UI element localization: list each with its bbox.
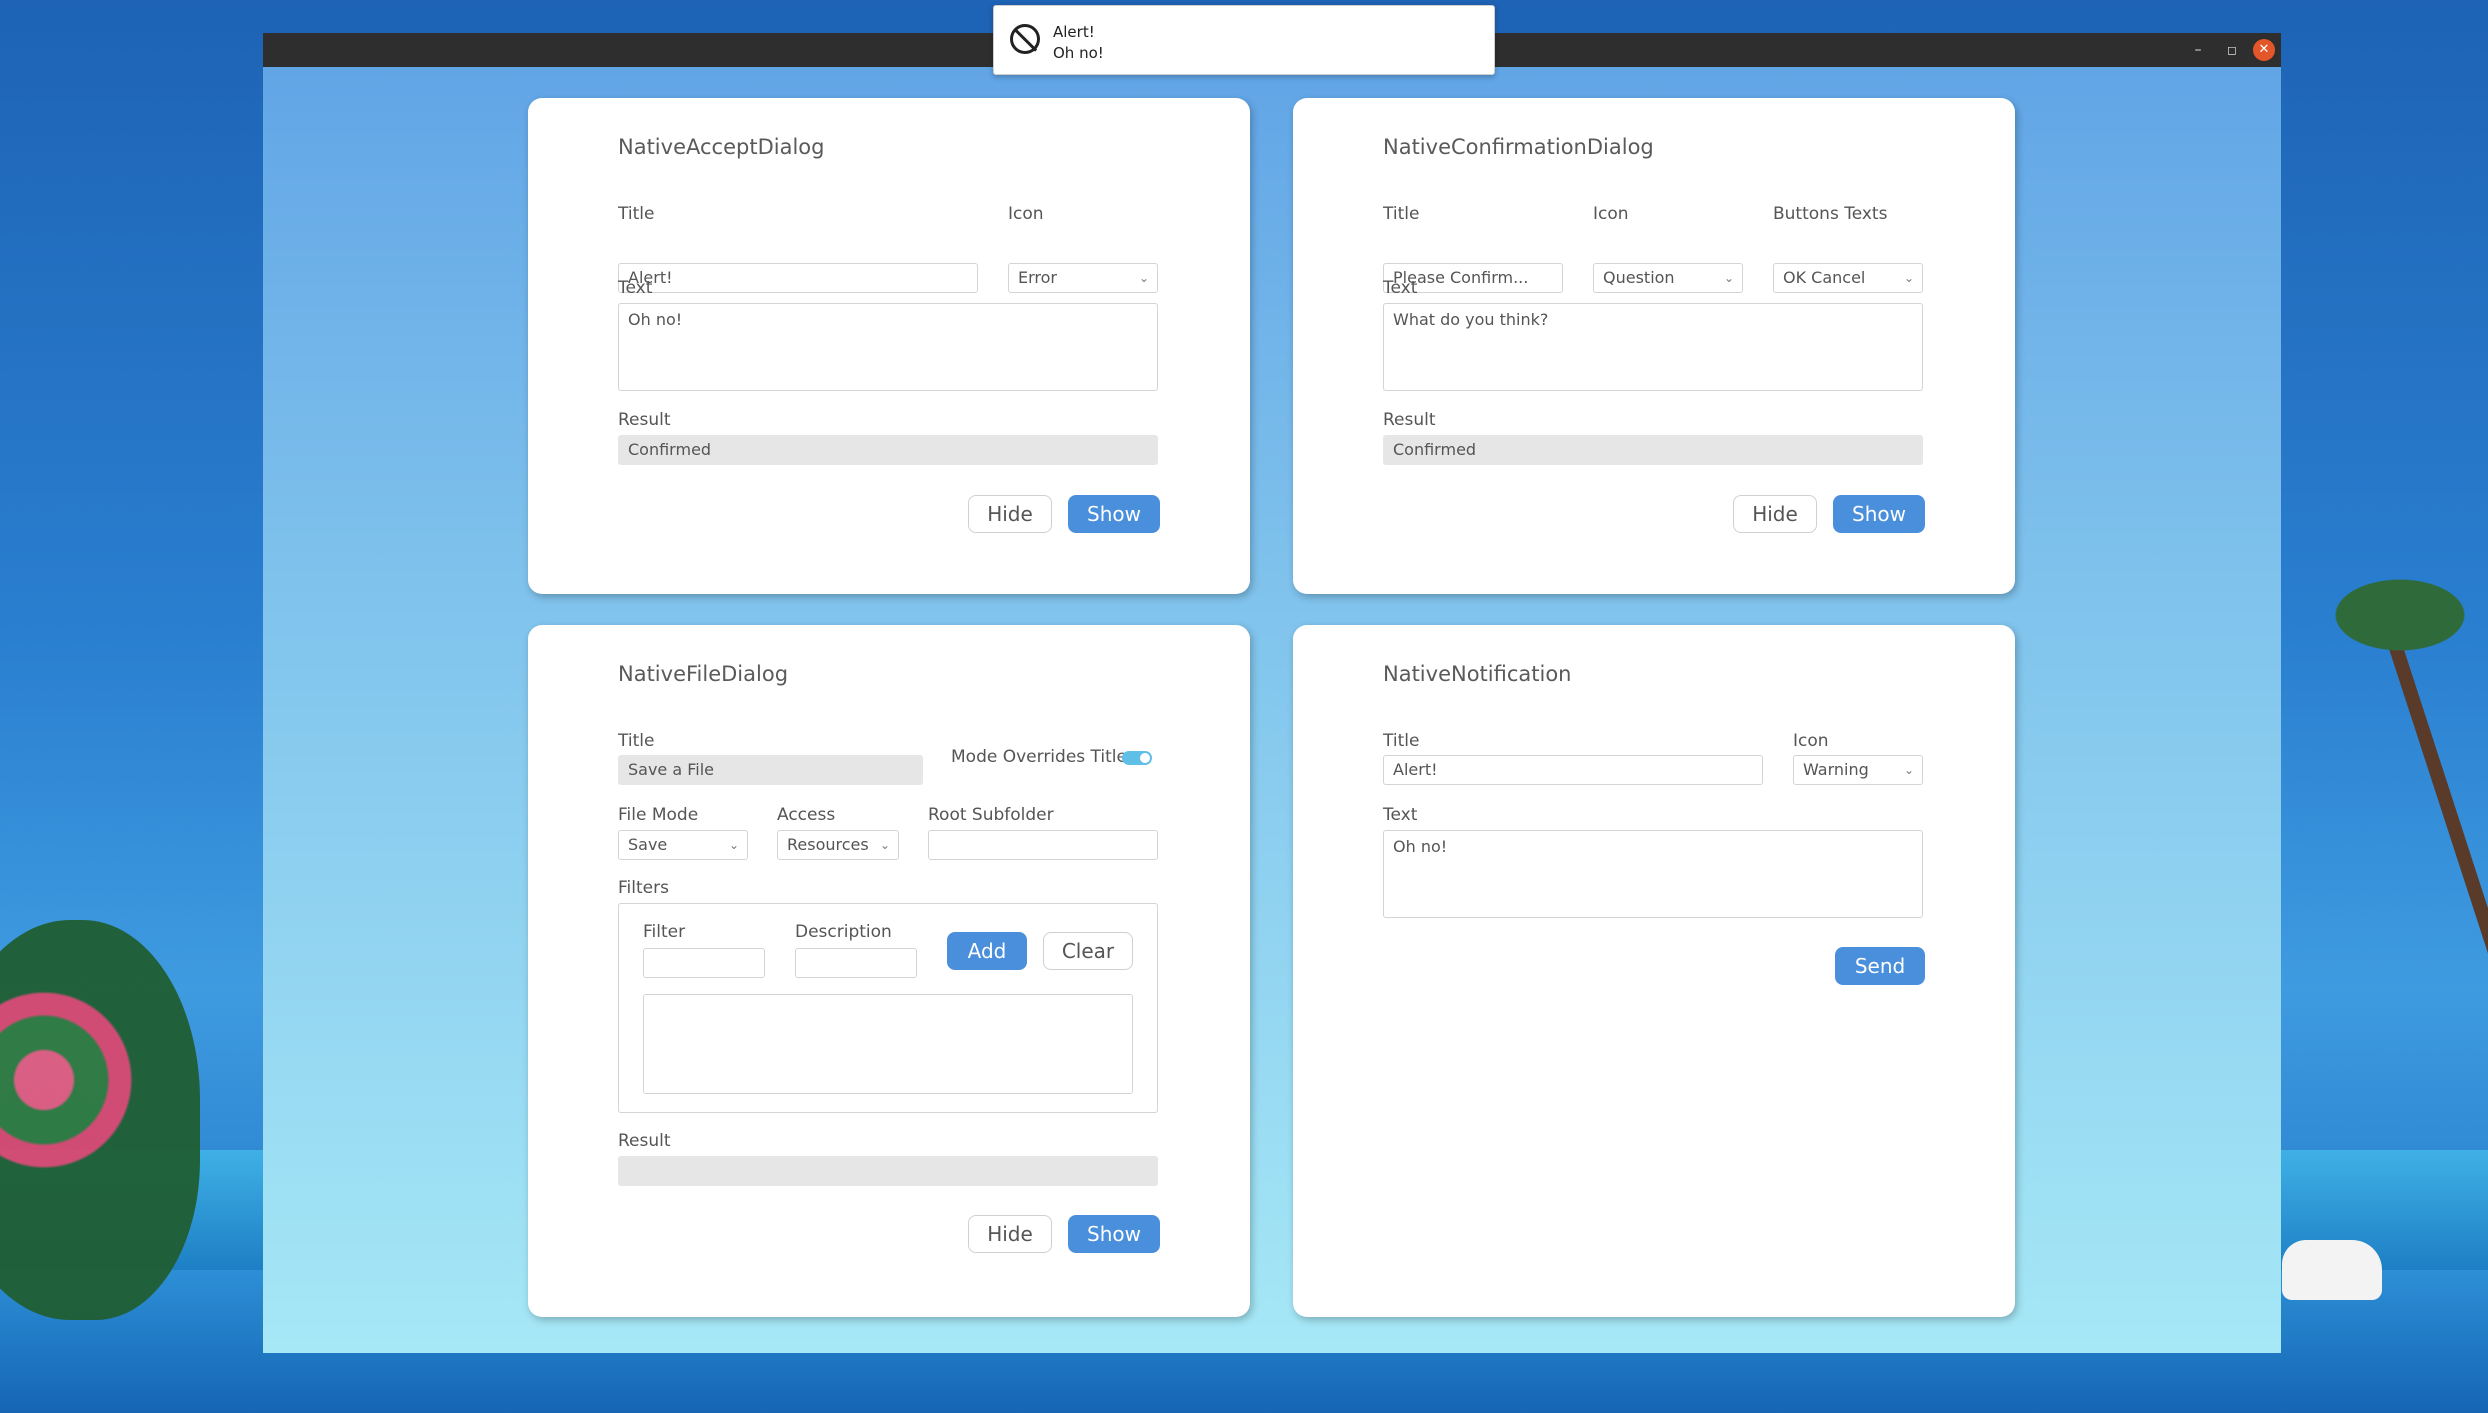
text-area[interactable]: Oh no! [1383, 830, 1923, 918]
chevron-down-icon: ⌄ [1138, 271, 1149, 285]
icon-select-value: Warning [1803, 760, 1869, 779]
icon-select[interactable]: Error ⌄ [1008, 263, 1158, 293]
access-select[interactable]: Resources ⌄ [777, 830, 899, 860]
wallpaper-palm-trunk [2380, 617, 2488, 1212]
file-dialog-card: NativeFileDialog Title Save a File Mode … [528, 625, 1250, 1317]
access-label: Access [777, 805, 836, 825]
filter-label: Filter [643, 922, 686, 942]
root-subfolder-label: Root Subfolder [928, 805, 1054, 825]
wallpaper-tree [0, 920, 200, 1320]
card-title: NativeAcceptDialog [618, 135, 825, 159]
root-subfolder-input[interactable] [928, 830, 1158, 860]
notification-title: Alert! [1053, 23, 1095, 41]
icon-select-value: Question [1603, 268, 1675, 287]
chevron-down-icon: ⌄ [728, 838, 739, 852]
show-button[interactable]: Show [1833, 495, 1925, 533]
title-label: Title [1383, 731, 1420, 751]
accept-dialog-card: NativeAcceptDialog Title Alert! Icon Err… [528, 98, 1250, 594]
result-label: Result [1383, 410, 1436, 430]
icon-select[interactable]: Question ⌄ [1593, 263, 1743, 293]
chevron-down-icon: ⌄ [1723, 271, 1734, 285]
title-label: Title [618, 204, 655, 224]
filters-list[interactable] [643, 994, 1133, 1094]
result-label: Result [618, 410, 671, 430]
buttons-texts-label: Buttons Texts [1773, 204, 1888, 224]
notification-body: Oh no! [1053, 44, 1104, 62]
buttons-texts-value: OK Cancel [1783, 268, 1866, 287]
buttons-texts-select[interactable]: OK Cancel ⌄ [1773, 263, 1923, 293]
result-field: Confirmed [618, 435, 1158, 465]
notification-card: NativeNotification Title Alert! Icon War… [1293, 625, 2015, 1317]
hide-button[interactable]: Hide [968, 1215, 1052, 1253]
hide-button[interactable]: Hide [968, 495, 1052, 533]
result-label: Result [618, 1131, 671, 1151]
card-title: NativeFileDialog [618, 662, 789, 686]
text-label: Text [618, 278, 653, 298]
result-field [618, 1156, 1158, 1186]
toggle-knob [1140, 753, 1150, 763]
filters-group: Filter Description Add Clear [618, 903, 1158, 1113]
maximize-button[interactable]: ◻ [2221, 39, 2243, 61]
send-button[interactable]: Send [1835, 947, 1925, 985]
icon-label: Icon [1793, 731, 1829, 751]
title-input[interactable]: Alert! [618, 263, 978, 293]
filter-input[interactable] [643, 948, 765, 978]
title-label: Title [618, 731, 655, 751]
file-mode-label: File Mode [618, 805, 699, 825]
app-window: – ◻ ✕ NativeAcceptDialog Title Alert! Ic… [263, 33, 2281, 1353]
filters-label: Filters [618, 878, 669, 898]
text-label: Text [1383, 805, 1418, 825]
description-label: Description [795, 922, 892, 942]
hide-button[interactable]: Hide [1733, 495, 1817, 533]
forbidden-icon [1010, 24, 1040, 54]
close-button[interactable]: ✕ [2253, 39, 2275, 61]
show-button[interactable]: Show [1068, 495, 1160, 533]
access-value: Resources [787, 835, 869, 854]
result-field: Confirmed [1383, 435, 1923, 465]
minimize-button[interactable]: – [2187, 39, 2209, 61]
title-input[interactable]: Alert! [1383, 755, 1763, 785]
description-input[interactable] [795, 948, 917, 978]
clear-filters-button[interactable]: Clear [1043, 932, 1133, 970]
card-title: NativeNotification [1383, 662, 1572, 686]
mode-overrides-title-label: Mode Overrides Title [951, 747, 1127, 767]
card-title: NativeConfirmationDialog [1383, 135, 1654, 159]
icon-select-value: Error [1018, 268, 1057, 287]
icon-label: Icon [1593, 204, 1629, 224]
chevron-down-icon: ⌄ [1903, 271, 1914, 285]
title-input: Save a File [618, 755, 923, 785]
icon-label: Icon [1008, 204, 1044, 224]
chevron-down-icon: ⌄ [1903, 763, 1914, 777]
wallpaper-car [2282, 1240, 2382, 1300]
show-button[interactable]: Show [1068, 1215, 1160, 1253]
mode-overrides-toggle[interactable] [1122, 751, 1152, 765]
chevron-down-icon: ⌄ [879, 838, 890, 852]
text-label: Text [1383, 278, 1418, 298]
file-mode-value: Save [628, 835, 668, 854]
add-filter-button[interactable]: Add [947, 932, 1027, 970]
system-notification[interactable]: Alert! Oh no! [993, 5, 1495, 75]
text-area[interactable]: Oh no! [618, 303, 1158, 391]
title-label: Title [1383, 204, 1420, 224]
wallpaper-palm-leaves [2300, 560, 2488, 670]
file-mode-select[interactable]: Save ⌄ [618, 830, 748, 860]
confirmation-dialog-card: NativeConfirmationDialog Title Please Co… [1293, 98, 2015, 594]
icon-select[interactable]: Warning ⌄ [1793, 755, 1923, 785]
text-area[interactable]: What do you think? [1383, 303, 1923, 391]
